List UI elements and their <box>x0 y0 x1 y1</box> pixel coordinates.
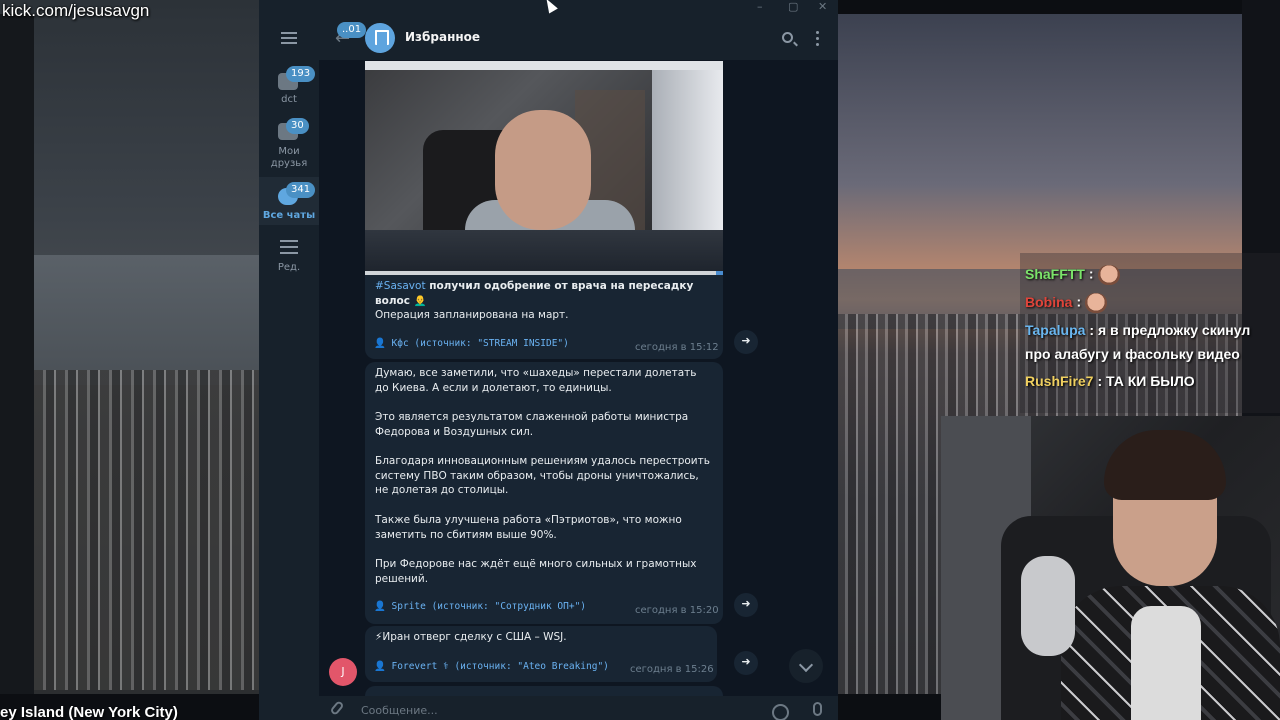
message-input[interactable] <box>361 704 721 717</box>
chat-message: Tapalupa: я в предложку скинул <box>1025 322 1251 338</box>
chat-title[interactable]: Избранное <box>405 30 480 44</box>
message-paragraph: Думаю, все заметили, что «шахеды» перест… <box>375 367 697 394</box>
message-source[interactable]: 👤 Кфс (источник: "STREAM INSIDE") <box>374 338 569 349</box>
message-bubble[interactable]: ⚡Иран отверг сделку с США – WSJ. 👤 Forev… <box>365 626 717 682</box>
chat-message: RushFire7: ТА КИ БЫЛО <box>1025 373 1195 389</box>
message-composer <box>319 696 838 720</box>
message-title: #Sasavot получил одобрение от врача на п… <box>375 280 694 307</box>
folder-label: Все чаты <box>262 210 316 221</box>
message-bubble-partial[interactable] <box>365 686 723 696</box>
message-time: сегодня в 15:20 <box>635 605 719 616</box>
chat-message: Bobina: <box>1025 293 1108 313</box>
folder-label: Ред. <box>277 262 301 273</box>
share-button[interactable] <box>734 330 758 354</box>
stream-chat-overlay: ShaFFTT: Bobina: Tapalupa: я в предложку… <box>1020 253 1280 413</box>
folder-my-friends[interactable]: 30 Мои друзья <box>259 116 319 174</box>
message-paragraph: При Федорове нас ждёт ещё много сильных … <box>375 558 697 585</box>
message-source[interactable]: 👤 Sprite (источник: "Сотрудник ОП+") <box>374 601 586 612</box>
stream-frame: kick.com/jesusavgn ey Island (New York C… <box>0 0 1280 720</box>
folder-all-chats[interactable]: 341 Все чаты <box>259 177 319 225</box>
search-icon[interactable] <box>782 32 793 43</box>
message-text: Операция запланирована на март. <box>375 309 569 321</box>
emote-icon <box>1085 293 1108 313</box>
back-unread-badge: ..01 <box>337 22 367 38</box>
close-button[interactable]: ✕ <box>818 0 827 14</box>
message-paragraph: Также была улучшена работа «Пэтриотов», … <box>375 514 682 541</box>
video-preview[interactable] <box>365 61 723 275</box>
telegram-window: – ▢ ✕ 193 dct 30 Мои друзья 341 Все чаты… <box>259 0 838 720</box>
message-list[interactable]: #Sasavot получил одобрение от врача на п… <box>319 60 838 696</box>
folders-sidebar: 193 dct 30 Мои друзья 341 Все чаты Ред. <box>259 16 319 720</box>
location-caption: ey Island (New York City) <box>0 704 178 720</box>
folder-label: dct <box>281 94 297 105</box>
bookmark-icon[interactable] <box>365 23 395 53</box>
message-bubble[interactable]: #Sasavot получил одобрение от врача на п… <box>365 275 723 359</box>
chat-header: ← ..01 Избранное <box>319 16 838 60</box>
unread-badge: 193 <box>286 66 316 82</box>
folder-edit[interactable]: Ред. <box>259 236 319 276</box>
streamer-webcam <box>941 416 1280 720</box>
message-bubble[interactable]: Думаю, все заметили, что «шахеды» перест… <box>365 362 723 624</box>
message-time: сегодня в 15:26 <box>630 664 714 675</box>
scroll-down-button[interactable] <box>789 649 823 683</box>
message-source[interactable]: 👤 Forevert ⚕ (источник: "Ateo Breaking") <box>374 661 609 672</box>
folder-dct[interactable]: 193 dct <box>259 66 319 112</box>
unread-badge: 30 <box>286 118 309 134</box>
folder-label-line2: друзья <box>270 158 308 169</box>
chat-message-continued: про алабугу и фасольку видео <box>1025 346 1240 362</box>
message-paragraph: Это является результатом слаженной работ… <box>375 411 689 438</box>
chat-message: ShaFFTT: <box>1025 265 1120 285</box>
more-vertical-icon[interactable] <box>816 31 820 47</box>
share-button[interactable] <box>734 593 758 617</box>
microphone-icon[interactable] <box>813 702 822 716</box>
attach-icon[interactable] <box>329 700 345 716</box>
message-paragraph: Благодаря инновационным решениям удалось… <box>375 455 710 496</box>
microphone <box>1021 556 1075 656</box>
hashtag-link[interactable]: #Sasavot <box>375 280 426 292</box>
menu-icon[interactable] <box>281 32 297 44</box>
message-text: ⚡Иран отверг сделку с США – WSJ. <box>375 631 567 643</box>
sliders-icon <box>280 240 298 254</box>
author-avatar[interactable]: J <box>329 658 357 686</box>
message-time: сегодня в 15:12 <box>635 342 719 353</box>
emoji-icon[interactable] <box>772 704 789 720</box>
share-button[interactable] <box>734 651 758 675</box>
folder-label-line1: Мои <box>278 146 300 157</box>
emote-icon <box>1097 265 1120 285</box>
unread-badge: 341 <box>286 182 316 198</box>
maximize-button[interactable]: ▢ <box>788 0 798 14</box>
city-view-left <box>0 0 260 720</box>
minimize-button[interactable]: – <box>757 0 763 14</box>
channel-url: kick.com/jesusavgn <box>2 1 150 20</box>
